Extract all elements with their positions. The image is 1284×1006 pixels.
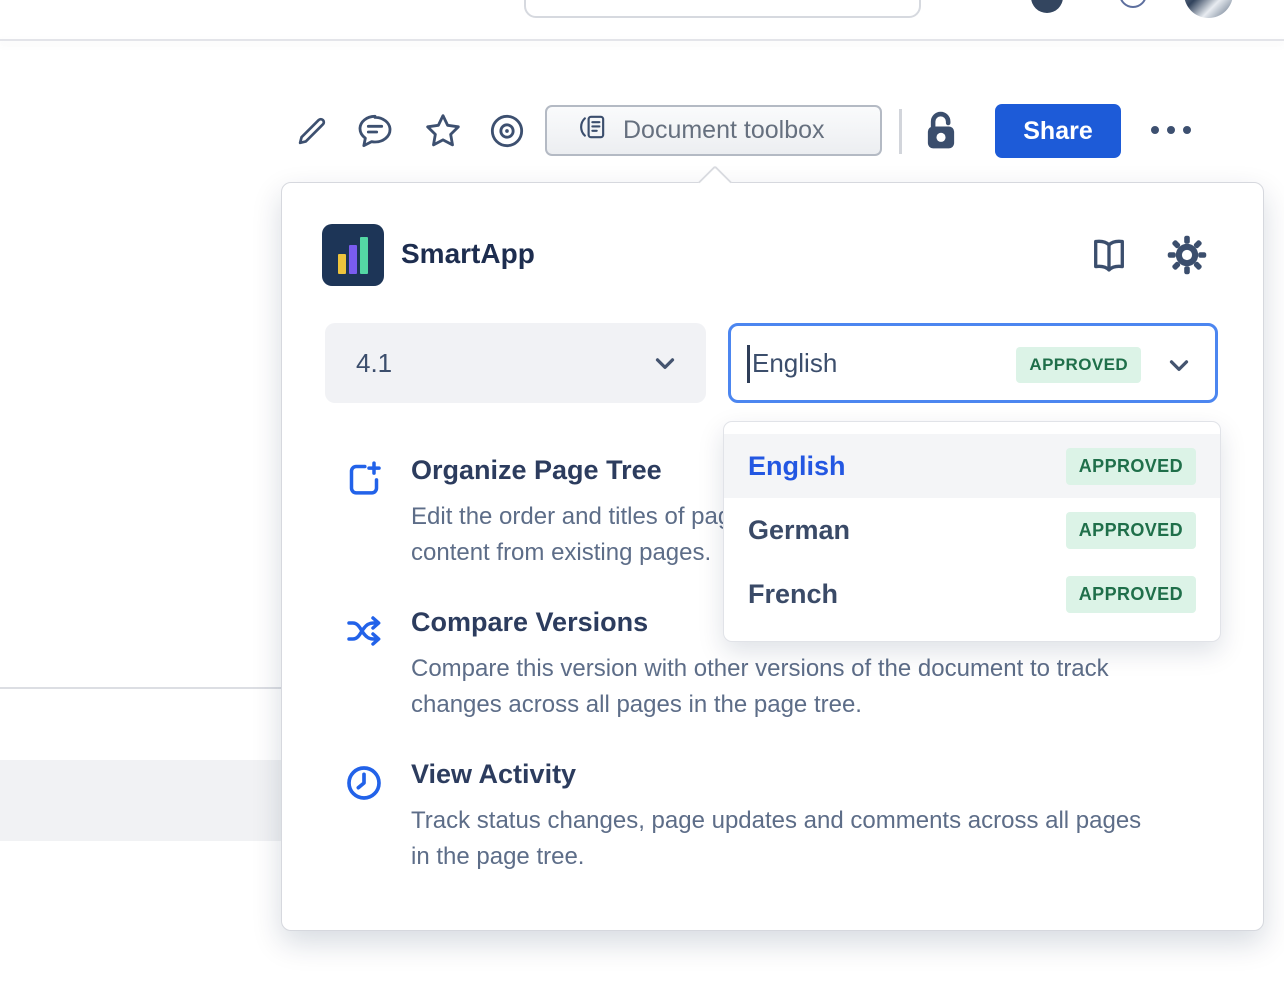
avatar[interactable] xyxy=(1031,0,1063,13)
app-title: SmartApp xyxy=(401,238,535,270)
star-icon[interactable] xyxy=(423,111,463,156)
documentation-book-icon[interactable] xyxy=(1088,234,1130,281)
language-option-label: French xyxy=(748,579,838,610)
language-select[interactable]: English APPROVED xyxy=(728,323,1218,403)
search-input[interactable] xyxy=(524,0,921,18)
status-badge: APPROVED xyxy=(1066,448,1196,485)
watch-icon[interactable] xyxy=(487,111,527,156)
chevron-down-icon xyxy=(650,348,680,378)
toolbar-divider xyxy=(899,109,902,154)
feature-description-line: Compare this version with other versions… xyxy=(411,655,1109,683)
language-option-label: English xyxy=(748,451,846,482)
version-select-value: 4.1 xyxy=(356,348,392,379)
comment-icon[interactable] xyxy=(355,111,395,156)
logo-bar-yellow xyxy=(338,254,346,274)
feature-organize-page-tree[interactable]: Organize Page Tree xyxy=(411,455,662,486)
more-options-icon[interactable] xyxy=(1151,126,1191,134)
feature-description-line: in the page tree. xyxy=(411,843,584,871)
feature-description-line: changes across all pages in the page tre… xyxy=(411,691,862,719)
language-option-german[interactable]: German APPROVED xyxy=(724,498,1220,562)
language-option-english[interactable]: English APPROVED xyxy=(724,434,1220,498)
document-toolbox-label: Document toolbox xyxy=(623,116,825,145)
edit-icon[interactable] xyxy=(293,112,331,155)
logo-bar-green xyxy=(360,237,368,274)
share-button[interactable]: Share xyxy=(995,104,1121,158)
unlock-icon[interactable] xyxy=(920,107,962,158)
compare-versions-icon xyxy=(344,611,384,651)
feature-view-activity[interactable]: View Activity xyxy=(411,759,576,790)
feature-compare-versions[interactable]: Compare Versions xyxy=(411,607,648,638)
feature-description-line: content from existing pages. xyxy=(411,539,711,567)
status-badge: APPROVED xyxy=(1066,576,1196,613)
popup-caret xyxy=(698,165,732,199)
status-badge: APPROVED xyxy=(1066,512,1196,549)
avatar[interactable] xyxy=(1184,0,1233,18)
feature-description-line: Track status changes, page updates and c… xyxy=(411,807,1141,835)
document-toolbox-icon xyxy=(580,113,608,148)
status-badge: APPROVED xyxy=(1016,347,1141,383)
language-select-value: English xyxy=(752,348,837,379)
document-toolbox-button[interactable]: Document toolbox xyxy=(545,105,882,156)
document-toolbox-popup: SmartApp 4.1 xyxy=(281,182,1264,931)
version-select[interactable]: 4.1 xyxy=(325,323,706,403)
text-cursor xyxy=(747,345,750,383)
organize-page-tree-icon xyxy=(344,459,384,499)
chevron-down-icon xyxy=(1164,350,1194,380)
language-dropdown-menu: English APPROVED German APPROVED French … xyxy=(723,421,1221,642)
partial-icon[interactable] xyxy=(1119,0,1147,8)
smartapp-logo xyxy=(322,224,384,286)
view-activity-icon xyxy=(344,763,384,803)
settings-gear-icon[interactable] xyxy=(1166,234,1208,281)
topbar-divider xyxy=(0,39,1284,41)
language-option-french[interactable]: French APPROVED xyxy=(724,562,1220,626)
logo-bar-purple xyxy=(349,245,357,274)
language-option-label: German xyxy=(748,515,850,546)
